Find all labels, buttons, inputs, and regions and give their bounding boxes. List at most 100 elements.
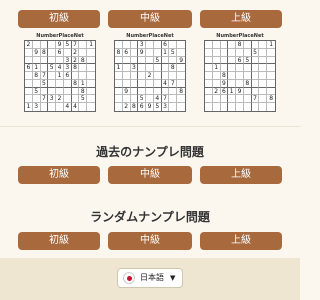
sudoku-cell: [205, 72, 213, 80]
random-problems-title: ランダムナンプレ問題: [90, 210, 210, 224]
sudoku-cell: 5: [79, 95, 88, 104]
sudoku-cell: [79, 72, 88, 80]
sudoku-cell: [220, 48, 229, 57]
sudoku-cell: [25, 95, 33, 104]
sudoku-cell: [146, 64, 154, 73]
sudoku-cell: 8: [79, 56, 88, 65]
sudoku-cell: 5: [48, 64, 57, 73]
sudoku-cell: [146, 48, 154, 57]
sudoku-cell: [48, 87, 57, 96]
sudoku-cell: 1: [87, 41, 95, 49]
sudoku-cell: [130, 95, 139, 104]
sudoku-cell: 1: [25, 103, 33, 111]
sudoku-cell: [259, 79, 268, 88]
puzzle-grid-advanced[interactable]: 815651898261978: [204, 40, 276, 112]
random-intermediate-button[interactable]: 中級: [108, 232, 192, 250]
sudoku-cell: [267, 72, 275, 80]
sudoku-cell: 1: [115, 64, 123, 73]
sudoku-cell: 6: [138, 103, 147, 111]
sudoku-cell: [130, 79, 139, 88]
sudoku-cell: [259, 41, 268, 49]
sudoku-cell: 5: [40, 79, 49, 88]
sudoku-cell: [48, 103, 57, 111]
sudoku-cell: [205, 87, 213, 96]
sudoku-cell: [228, 48, 237, 57]
puzzle-grid-intermediate[interactable]: 36869155913824798547286953: [114, 40, 186, 112]
sudoku-cell: 2: [212, 87, 221, 96]
sudoku-cell: [220, 56, 229, 65]
sudoku-cell: [251, 79, 260, 88]
sudoku-cell: 8: [115, 48, 123, 57]
past-advanced-button[interactable]: 上級: [200, 166, 282, 184]
sudoku-cell: [130, 56, 139, 65]
sudoku-cell: [220, 64, 229, 73]
sudoku-cell: 3: [162, 103, 170, 111]
past-beginner-button[interactable]: 初級: [18, 166, 100, 184]
sudoku-cell: [32, 95, 41, 104]
sudoku-cell: 7: [71, 41, 80, 49]
sudoku-cell: [243, 64, 252, 73]
sudoku-cell: [243, 95, 252, 104]
language-selector[interactable]: 日本語 ▼: [117, 268, 183, 288]
sudoku-cell: [79, 103, 88, 111]
sudoku-cell: [40, 87, 49, 96]
sudoku-cell: [212, 48, 221, 57]
sudoku-cell: [32, 41, 41, 49]
sudoku-cell: [115, 41, 123, 49]
sudoku-cell: [40, 64, 49, 73]
sudoku-cell: [267, 88, 275, 96]
sudoku-cell: 8: [177, 87, 185, 96]
sudoku-cell: [228, 72, 237, 80]
top-intermediate-button[interactable]: 中級: [108, 10, 192, 28]
top-advanced-button[interactable]: 上級: [200, 10, 282, 28]
sudoku-cell: [267, 57, 275, 65]
sudoku-cell: [122, 56, 131, 65]
sudoku-cell: [87, 103, 95, 111]
sudoku-cell: [243, 87, 252, 96]
sudoku-cell: 5: [153, 56, 162, 65]
sudoku-cell: [56, 79, 64, 88]
sudoku-cell: [63, 48, 72, 57]
sudoku-cell: [130, 48, 139, 57]
sudoku-cell: [130, 72, 139, 80]
sudoku-cell: 3: [48, 95, 57, 104]
sudoku-cell: 1: [161, 48, 170, 57]
sudoku-cell: [146, 79, 154, 88]
sudoku-cell: 9: [177, 56, 185, 65]
sudoku-cell: [205, 64, 213, 73]
sudoku-cell: [212, 95, 221, 104]
sudoku-cell: [243, 72, 252, 80]
sudoku-cell: [122, 41, 131, 49]
sudoku-cell: [71, 87, 80, 96]
sudoku-cell: [205, 103, 213, 111]
sudoku-cell: [79, 64, 88, 73]
random-beginner-button[interactable]: 初級: [18, 232, 100, 250]
sudoku-cell: [32, 79, 41, 88]
sudoku-cell: [32, 56, 41, 65]
sudoku-cell: 8: [131, 103, 139, 111]
sudoku-cell: 3: [63, 56, 72, 65]
sudoku-cell: [228, 103, 237, 111]
sudoku-cell: 6: [236, 56, 244, 65]
sudoku-cell: [236, 72, 244, 80]
top-beginner-button[interactable]: 初級: [18, 10, 100, 28]
sudoku-cell: 6: [122, 48, 131, 57]
sudoku-cell: 8: [169, 64, 178, 73]
puzzle-brand-label: NumberPlaceNet: [216, 33, 264, 39]
sudoku-cell: [161, 87, 170, 96]
sudoku-cell: [25, 48, 33, 57]
sudoku-cell: [161, 72, 170, 80]
sudoku-cell: 6: [25, 64, 33, 73]
sudoku-cell: 5: [251, 48, 260, 57]
sudoku-cell: [259, 87, 268, 96]
past-intermediate-button[interactable]: 中級: [108, 166, 192, 184]
random-advanced-button[interactable]: 上級: [200, 232, 282, 250]
sudoku-cell: [259, 103, 268, 111]
sudoku-cell: [138, 72, 147, 80]
sudoku-cell: 1: [228, 87, 237, 96]
puzzle-grid-beginner[interactable]: 29571986232861543887165815873251344: [24, 40, 96, 112]
sudoku-cell: 8: [236, 41, 244, 49]
sudoku-cell: 8: [71, 79, 80, 88]
sudoku-cell: [205, 56, 213, 65]
sudoku-cell: 9: [146, 103, 154, 111]
